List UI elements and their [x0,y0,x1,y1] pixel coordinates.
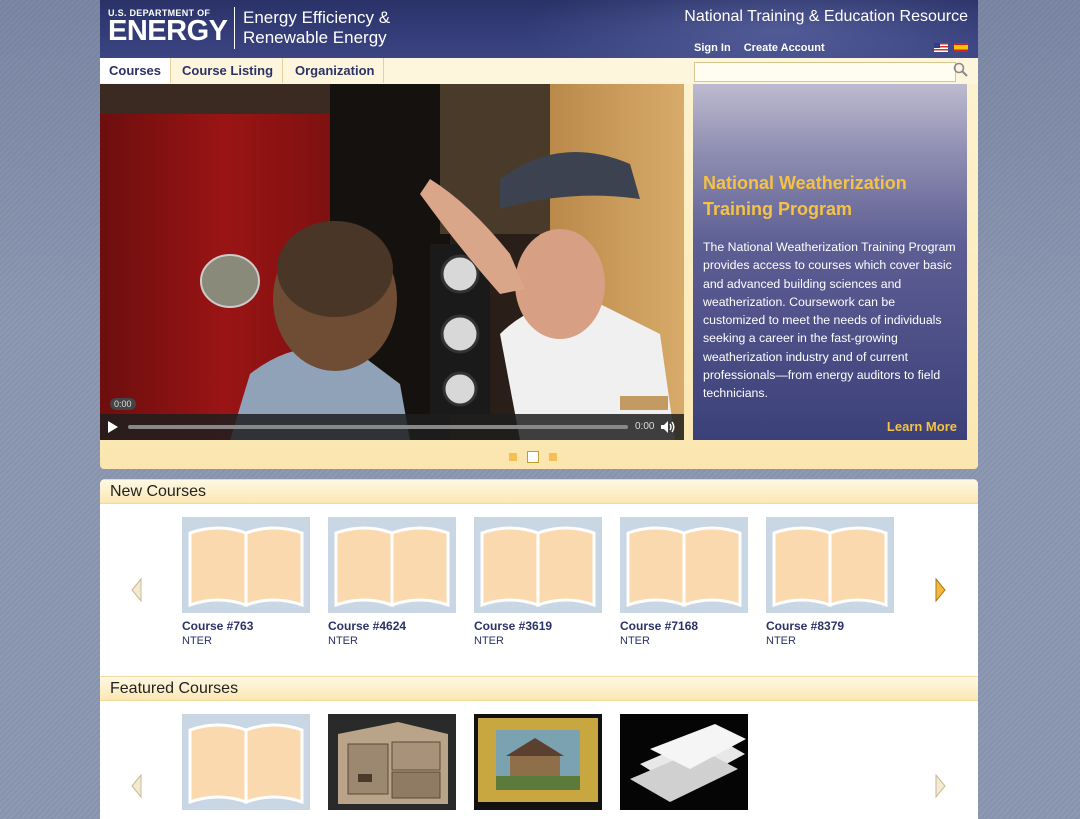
logo-divider [234,7,235,49]
program-name: Energy Efficiency & Renewable Energy [243,8,390,48]
book-icon [766,517,894,613]
course-card[interactable]: Course #8379 NTER [766,517,894,647]
course-org: NTER [766,635,796,647]
course-title[interactable]: Course #4624 [328,619,456,633]
course-title[interactable]: Course #7168 [620,619,748,633]
hero-carousel: 0:00 0:00 National Weatherization Traini… [100,84,978,469]
play-icon[interactable] [108,421,118,433]
new-courses-header: New Courses [100,479,978,504]
carousel-dot-1[interactable] [509,452,517,461]
volume-icon[interactable] [660,420,676,434]
paper-stack-thumbnail [620,714,748,810]
course-title[interactable]: Course #3619 [474,619,602,633]
video-frame-image [100,84,684,440]
courses-content: New Courses Course #763 NTER Course #462… [100,479,978,819]
featured-prev-arrow-icon[interactable] [130,773,144,799]
video-progress-bar[interactable] [128,425,628,429]
tab-courses[interactable]: Courses [100,58,172,83]
carousel-dot-2[interactable] [527,450,539,463]
spain-flag-icon[interactable] [954,43,968,52]
video-time-bubble: 0:00 [110,398,136,410]
search-input[interactable] [694,62,956,82]
video-player[interactable]: 0:00 0:00 [100,84,684,440]
hero-info-panel: National Weatherization Training Program… [693,84,967,440]
course-org: NTER [620,635,650,647]
learn-more-link[interactable]: Learn More [887,419,957,434]
featured-courses-header: Featured Courses [100,676,978,701]
featured-course-card[interactable] [182,714,310,810]
course-org: NTER [474,635,504,647]
sign-in-link[interactable]: Sign In [694,42,731,54]
new-courses-heading: New Courses [110,483,207,500]
video-time: 0:00 [635,421,655,432]
featured-next-arrow-icon[interactable] [933,773,947,799]
user-links: Sign In Create Account [694,42,835,54]
doe-logo-big: ENERGY [108,15,228,47]
featured-course-card[interactable] [620,714,748,810]
program-name-line2: Renewable Energy [243,28,387,47]
new-courses-next-arrow-icon[interactable] [933,577,947,603]
site-title: National Training & Education Resource [684,8,968,25]
course-title[interactable]: Course #763 [182,619,310,633]
course-title[interactable]: Course #8379 [766,619,894,633]
site-header: U.S. DEPARTMENT OF ENERGY Energy Efficie… [100,0,978,58]
search-icon[interactable] [952,61,970,79]
hero-description: The National Weatherization Training Pro… [703,240,956,401]
doe-logo[interactable]: U.S. DEPARTMENT OF ENERGY [108,8,228,47]
course-card[interactable]: Course #763 NTER [182,517,310,647]
course-org: NTER [328,635,358,647]
book-icon [620,517,748,613]
new-courses-prev-arrow-icon[interactable] [130,577,144,603]
featured-courses-heading: Featured Courses [110,680,239,697]
course-card[interactable]: Course #7168 NTER [620,517,748,647]
create-account-link[interactable]: Create Account [744,42,825,54]
house-floorplan-thumbnail [328,714,456,810]
framed-house-thumbnail [474,714,602,810]
book-icon [328,517,456,613]
carousel-indicators [504,448,562,466]
carousel-dot-3[interactable] [549,452,557,461]
book-icon [474,517,602,613]
us-flag-icon[interactable] [933,43,948,52]
hero-title: National Weatherization Training Program [703,173,907,219]
book-icon [182,517,310,613]
course-card[interactable]: Course #3619 NTER [474,517,602,647]
tab-course-listing[interactable]: Course Listing [173,58,284,83]
featured-course-card[interactable] [328,714,456,810]
video-controls: 0:00 0:00 [100,398,684,440]
program-name-line1: Energy Efficiency & [243,8,391,27]
featured-course-card[interactable] [474,714,602,810]
course-org: NTER [182,635,212,647]
book-icon [182,714,310,810]
tab-organization[interactable]: Organization [286,58,385,83]
language-flags [932,43,968,58]
main-nav: Courses Course Listing Organization [100,58,978,85]
course-card[interactable]: Course #4624 NTER [328,517,456,647]
